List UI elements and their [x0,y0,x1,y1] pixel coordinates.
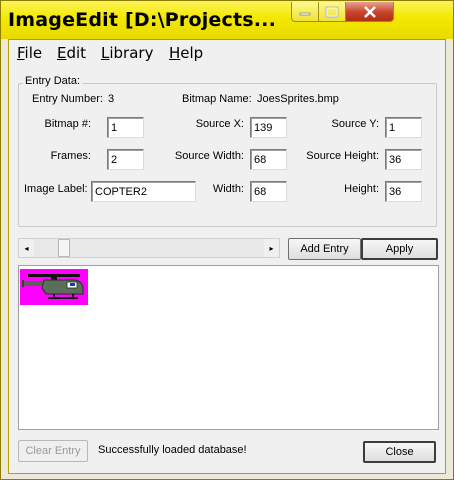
apply-button[interactable]: Apply [361,238,438,260]
frames-field[interactable]: 2 [107,149,144,170]
bitmap-number-field[interactable]: 1 [107,117,144,138]
scroll-left-button[interactable]: ◂ [19,239,34,257]
menu-file-label: ile [24,44,43,62]
scroll-left-icon: ◂ [24,243,29,253]
title-bar[interactable]: ImageEdit [D:\Projects... [1,1,453,39]
width-label: Width: [212,183,244,195]
menu-edit[interactable]: Edit [57,44,86,62]
entry-data-group-label: Entry Data: [23,75,83,87]
scroll-right-button[interactable]: ▸ [264,239,279,257]
sprite-preview [20,269,88,305]
menu-file[interactable]: File [17,44,42,62]
height-label: Height: [344,183,379,195]
helicopter-sprite-icon [20,269,88,305]
entry-number-label: Entry Number: [32,93,103,105]
maximize-button[interactable] [319,2,346,22]
menu-library[interactable]: Library [101,44,153,62]
sprite-canvas[interactable] [18,265,439,430]
entry-number-value: 3 [108,93,115,105]
menu-bar: File Edit Library Help [9,40,445,65]
bitmap-name-value: JoesSprites.bmp [257,93,339,105]
status-message: Successfully loaded database! [98,444,247,456]
entry-scrollbar[interactable]: ◂ ▸ [18,238,280,258]
source-height-field[interactable]: 36 [385,149,422,170]
client-area: File Edit Library Help Entry Data: Entry… [8,39,446,474]
source-width-label: Source Width: [174,150,244,162]
source-x-field[interactable]: 139 [250,117,287,138]
height-field[interactable]: 36 [385,181,422,202]
minimize-icon [299,12,311,15]
maximize-icon [325,6,339,17]
image-label-field[interactable]: COPTER2 [91,181,196,202]
scroll-thumb[interactable] [58,239,70,257]
scroll-right-icon: ▸ [269,243,274,253]
menu-help[interactable]: Help [169,44,203,62]
source-height-label: Source Height: [306,150,379,162]
bitmap-name-label: Bitmap Name: [182,93,252,105]
source-y-label: Source Y: [331,118,380,130]
bitmap-number-label: Bitmap #: [44,118,91,130]
minimize-button[interactable] [291,2,319,22]
width-field[interactable]: 68 [250,181,287,202]
source-x-label: Source X: [195,118,244,130]
image-label-label: Image Label: [24,183,88,195]
close-icon [363,5,376,18]
clear-entry-button[interactable]: Clear Entry [18,440,88,462]
source-y-field[interactable]: 1 [385,117,422,138]
window-title: ImageEdit [D:\Projects... [8,9,277,31]
close-window-button[interactable] [346,2,394,22]
main-window: ImageEdit [D:\Projects... File Edit Libr… [0,0,454,480]
close-button[interactable]: Close [363,441,436,463]
add-entry-button[interactable]: Add Entry [288,238,361,260]
frames-label: Frames: [50,150,91,162]
source-width-field[interactable]: 68 [250,149,287,170]
